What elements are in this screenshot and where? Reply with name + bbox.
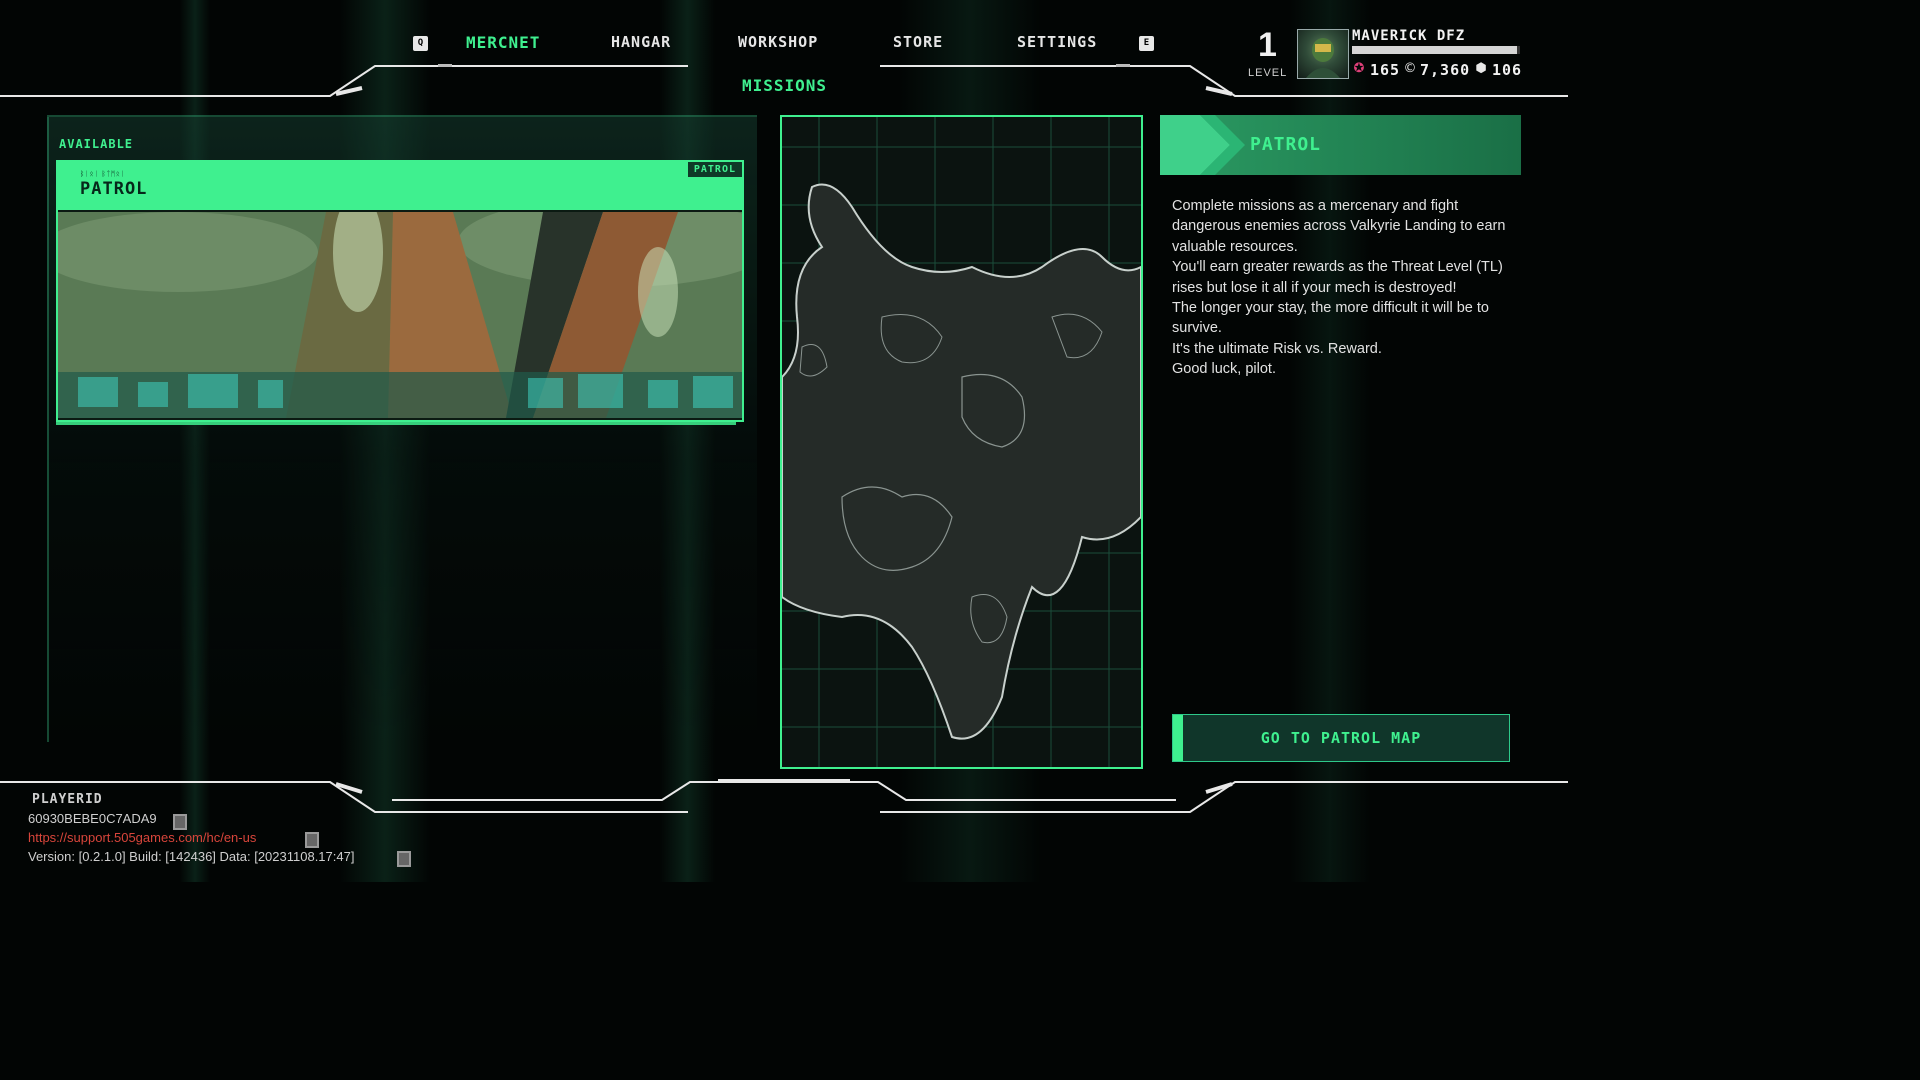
credits-icon: © [1403, 61, 1417, 76]
nav-next-key-hint: E [1139, 36, 1154, 51]
card-header: ᛒᛁᛟᛁ ᛒᛏᛗᛟᛁ PATROL PATROL [58, 162, 742, 210]
card-subtitle-glyphs: ᛒᛁᛟᛁ ᛒᛏᛗᛟᛁ [80, 170, 126, 178]
patrol-map-preview[interactable] [780, 115, 1143, 769]
mission-info-header [1160, 115, 1521, 175]
chevron-right-icon [1160, 115, 1245, 175]
cube-icon: ⬢ [1475, 61, 1487, 76]
description-paragraph: Complete missions as a mercenary and fig… [1172, 198, 1506, 255]
xp-bar-fill [1352, 46, 1517, 54]
copy-support-link-icon[interactable] [305, 832, 319, 848]
mission-type-tag: PATROL [687, 162, 742, 177]
pilot-helmet-icon [1306, 38, 1340, 78]
tab-workshop[interactable]: WORKSHOP [738, 33, 818, 51]
tab-hangar[interactable]: HANGAR [611, 33, 671, 51]
support-link[interactable]: https://support.505games.com/hc/en-us [28, 830, 256, 845]
level-label: LEVEL [1248, 67, 1288, 79]
mission-artwork [58, 212, 742, 418]
subtab-missions[interactable]: MISSIONS [742, 76, 827, 95]
scrap-count: 165 [1370, 61, 1401, 79]
mission-info-title: PATROL [1250, 134, 1322, 155]
tab-store[interactable]: STORE [893, 33, 943, 51]
nav-prev-key-hint: Q [413, 36, 428, 51]
card-title: PATROL [80, 179, 148, 199]
player-level: 1 [1258, 26, 1277, 64]
version-info: Version: [0.2.1.0] Build: [142436] Data:… [28, 849, 355, 864]
description-paragraph: You'll earn greater rewards as the Threa… [1172, 259, 1503, 296]
card-selection-rail [56, 421, 736, 425]
topographic-map [782, 117, 1141, 767]
go-to-patrol-map-button[interactable]: GO TO PATROL MAP [1172, 714, 1510, 762]
description-paragraph: The longer your stay, the more difficult… [1172, 300, 1489, 337]
go-to-patrol-map-label: GO TO PATROL MAP [1260, 729, 1422, 747]
copy-player-id-icon[interactable] [173, 814, 187, 830]
cube-count: 106 [1492, 61, 1523, 79]
avatar[interactable] [1297, 29, 1349, 79]
available-section-label: AVAILABLE [59, 137, 134, 151]
copy-version-icon[interactable] [397, 851, 411, 867]
xp-bar [1352, 46, 1520, 54]
player-name: MAVERICK DFZ [1352, 28, 1466, 44]
monolith-artwork [58, 212, 742, 418]
description-paragraph: It's the ultimate Risk vs. Reward. [1172, 340, 1382, 357]
scrap-icon: ✪ [1353, 61, 1365, 76]
player-id-label: PLAYERID [32, 792, 103, 807]
tab-mercnet[interactable]: MERCNET [466, 33, 540, 52]
mission-description: Complete missions as a mercenary and fig… [1172, 196, 1517, 380]
description-paragraph: Good luck, pilot. [1172, 361, 1276, 378]
patrol-mission-card[interactable]: ᛒᛁᛟᛁ ᛒᛏᛗᛟᛁ PATROL PATROL [56, 160, 744, 422]
tab-settings[interactable]: SETTINGS [1017, 33, 1097, 51]
bottom-frame [0, 779, 1568, 813]
player-id-value: 60930BEBE0C7ADA9 [28, 811, 157, 826]
credits-count: 7,360 [1420, 61, 1471, 79]
